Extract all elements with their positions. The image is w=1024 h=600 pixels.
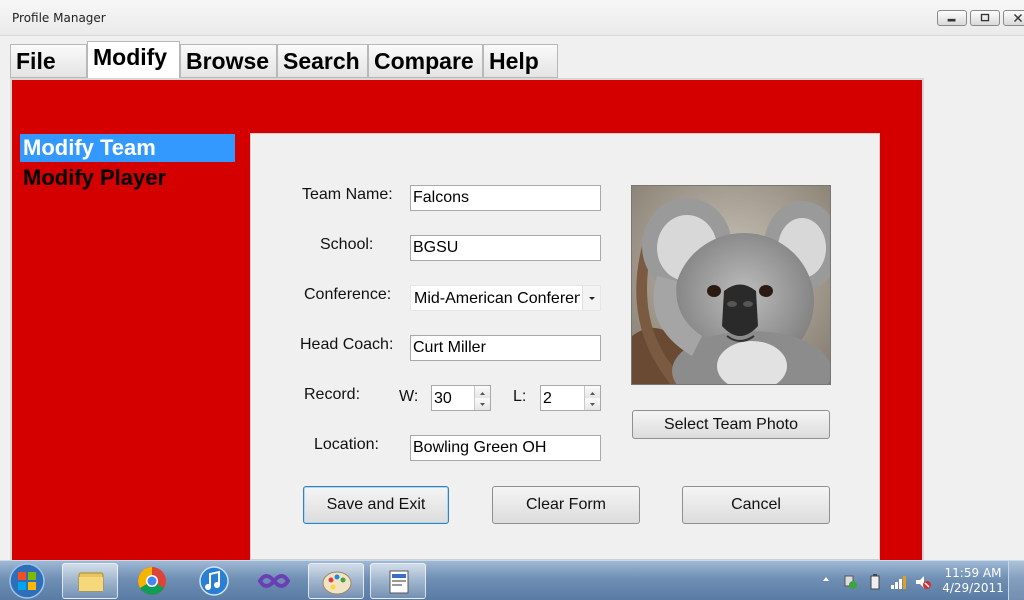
sidebar-item-label: Modify Player <box>23 165 167 190</box>
tab-label: Compare <box>374 48 474 74</box>
losses-label: L: <box>513 388 527 405</box>
tab-label: Browse <box>186 48 270 74</box>
cancel-button[interactable]: Cancel <box>682 486 830 524</box>
team-photo <box>631 185 831 385</box>
close-icon <box>1014 14 1022 22</box>
taskbar-explorer[interactable] <box>62 563 118 599</box>
losses-stepper-buttons <box>584 386 600 410</box>
losses-stepper[interactable]: 2 <box>540 385 601 411</box>
action-center-icon[interactable] <box>842 574 858 590</box>
taskbar-active-app[interactable] <box>370 563 426 599</box>
wins-stepper[interactable]: 30 <box>431 385 491 411</box>
network-signal-icon[interactable] <box>890 574 908 590</box>
paint-icon <box>322 571 352 595</box>
minimize-icon <box>947 18 956 22</box>
location-input[interactable] <box>410 435 601 461</box>
tab-help[interactable]: Help <box>483 44 558 78</box>
show-desktop-button[interactable] <box>1008 561 1024 600</box>
start-button[interactable] <box>2 561 52 600</box>
tab-label: File <box>16 48 56 74</box>
maximize-button[interactable] <box>970 10 1000 26</box>
clear-form-button[interactable]: Clear Form <box>492 486 640 524</box>
chrome-icon <box>138 567 166 595</box>
school-label: School: <box>320 236 374 253</box>
tab-search[interactable]: Search <box>277 44 368 78</box>
taskbar-paint[interactable] <box>308 563 364 599</box>
save-and-exit-button[interactable]: Save and Exit <box>303 486 449 524</box>
tab-file[interactable]: File <box>10 44 87 78</box>
tab-modify[interactable]: Modify <box>87 41 180 78</box>
tab-label: Modify <box>93 44 168 70</box>
losses-value: 2 <box>543 390 552 407</box>
tab-label: Help <box>489 48 539 74</box>
file-explorer-icon <box>78 572 104 592</box>
taskbar-itunes[interactable] <box>186 563 242 599</box>
sidebar-item-modify-team[interactable]: Modify Team <box>20 134 235 162</box>
clock-date: 4/29/2011 <box>942 581 1004 595</box>
clock-time: 11:59 AM <box>944 566 1002 580</box>
location-label: Location: <box>314 436 379 453</box>
title-bar: Profile Manager <box>0 0 1024 36</box>
chevron-down-icon[interactable] <box>582 286 600 310</box>
record-label: Record: <box>304 386 361 403</box>
select-team-photo-button[interactable]: Select Team Photo <box>632 410 830 439</box>
sidebar-item-label: Modify Team <box>23 135 156 160</box>
wins-stepper-buttons <box>474 386 490 410</box>
tab-label: Search <box>283 48 360 74</box>
volume-muted-icon[interactable] <box>914 574 932 590</box>
show-hidden-icons-icon[interactable] <box>821 574 831 584</box>
chevron-down-icon[interactable] <box>475 398 490 410</box>
itunes-icon <box>199 566 229 596</box>
visual-studio-icon <box>257 574 291 588</box>
maximize-icon <box>980 13 990 22</box>
school-input[interactable] <box>410 235 601 261</box>
sidebar-item-modify-player[interactable]: Modify Player <box>20 164 235 192</box>
taskbar-visual-studio[interactable] <box>246 563 302 599</box>
app-window-icon <box>389 570 409 594</box>
head-coach-label: Head Coach: <box>300 336 394 353</box>
taskbar-chrome[interactable] <box>124 563 180 599</box>
chevron-up-icon[interactable] <box>585 386 600 398</box>
tab-browse[interactable]: Browse <box>180 44 277 78</box>
chevron-up-icon[interactable] <box>475 386 490 398</box>
window-title: Profile Manager <box>12 11 106 25</box>
wins-value: 30 <box>434 390 452 407</box>
team-name-label: Team Name: <box>302 186 393 203</box>
tab-compare[interactable]: Compare <box>368 44 483 78</box>
close-button[interactable] <box>1003 10 1024 26</box>
minimize-button[interactable] <box>937 10 967 26</box>
chevron-down-icon[interactable] <box>585 398 600 410</box>
team-name-input[interactable] <box>410 185 601 211</box>
wins-label: W: <box>399 388 419 405</box>
head-coach-input[interactable] <box>410 335 601 361</box>
conference-label: Conference: <box>304 286 392 303</box>
conference-selected-value: Mid-American Conferen <box>414 290 580 307</box>
start-orb-icon <box>9 563 45 599</box>
tray-clock[interactable]: 11:59 AM 4/29/2011 <box>942 566 1004 596</box>
conference-select[interactable]: Mid-American Conferen <box>410 285 601 311</box>
koala-photo-icon <box>632 186 830 384</box>
battery-icon[interactable] <box>869 574 881 590</box>
